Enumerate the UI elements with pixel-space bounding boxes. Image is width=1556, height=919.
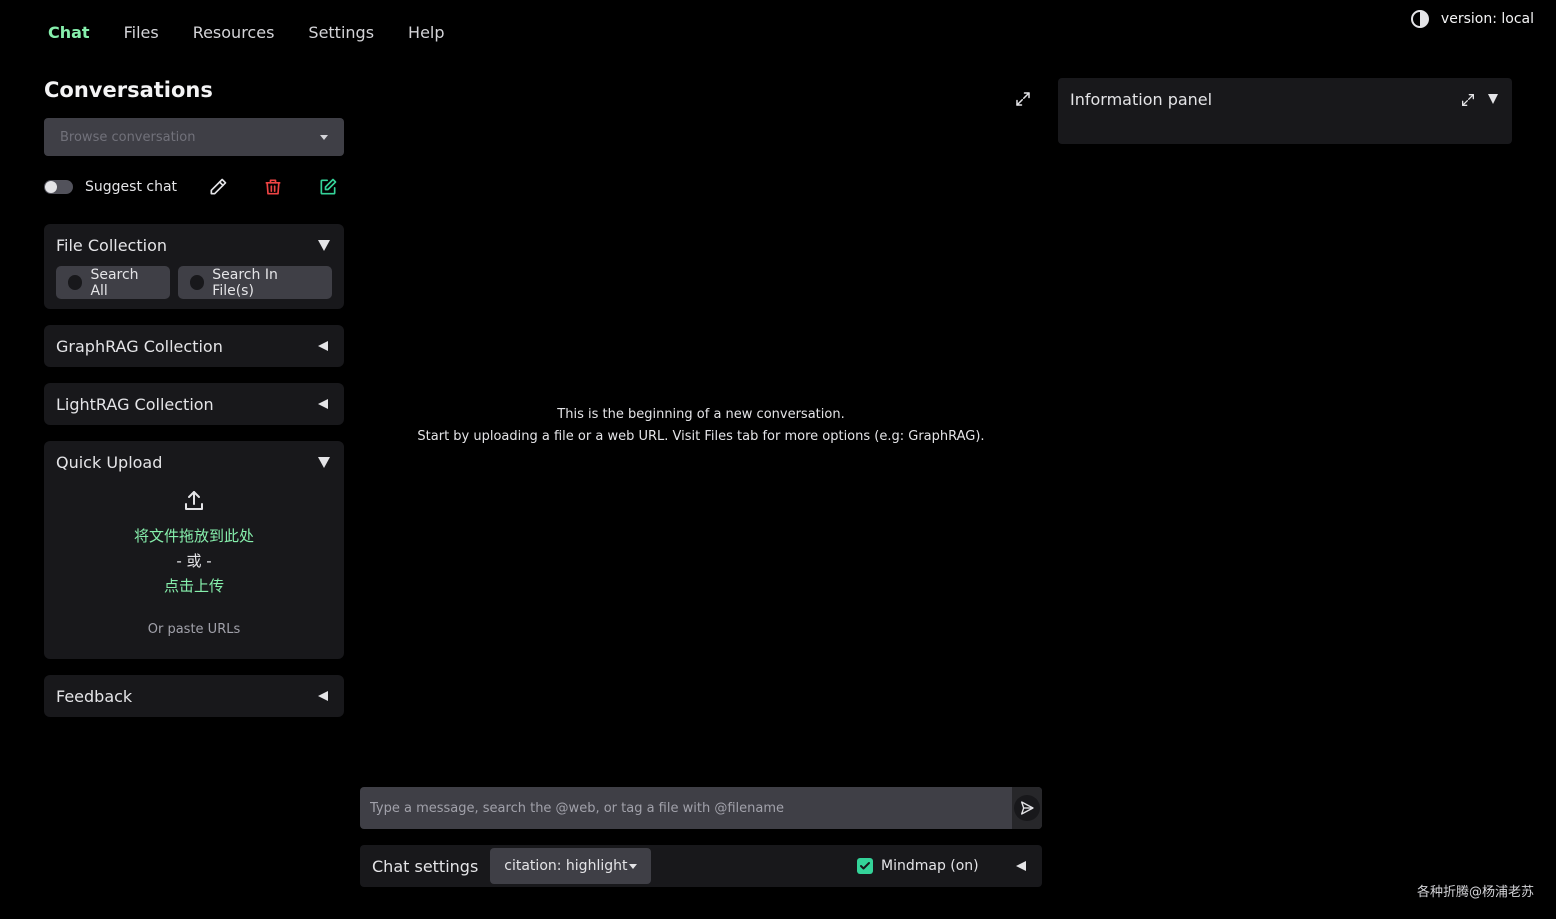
- expand-info-button[interactable]: [1460, 92, 1476, 112]
- search-all-radio[interactable]: Search All: [56, 266, 170, 299]
- expand-icon: [1016, 92, 1030, 106]
- collapse-arrow-icon: [318, 239, 330, 251]
- click-upload-text[interactable]: 点击上传: [164, 575, 224, 596]
- expand-settings-arrow-icon[interactable]: [1016, 861, 1026, 871]
- upload-icon: [185, 491, 203, 510]
- upload-dropzone[interactable]: 将文件拖放到此处 - 或 - 点击上传 Or paste URLs: [56, 483, 332, 659]
- conversation-actions: Suggest chat: [44, 176, 344, 198]
- quick-upload-panel: Quick Upload 将文件拖放到此处 - 或 - 点击上传 Or past…: [44, 441, 344, 659]
- sidebar: Conversations Browse conversation Sugges…: [44, 78, 344, 717]
- welcome-line-2: Start by uploading a file or a web URL. …: [417, 429, 985, 444]
- upload-or-text: - 或 -: [176, 552, 212, 570]
- tab-help[interactable]: Help: [408, 22, 444, 44]
- lightrag-collection-panel[interactable]: LightRAG Collection: [44, 383, 344, 425]
- quick-upload-header[interactable]: Quick Upload: [56, 441, 332, 483]
- top-nav: Chat Files Resources Settings Help: [48, 22, 479, 44]
- welcome-line-1: This is the beginning of a new conversat…: [557, 407, 845, 422]
- trash-icon: [265, 179, 281, 195]
- expand-icon: [1462, 94, 1474, 106]
- quick-upload-title: Quick Upload: [56, 452, 163, 472]
- radio-dot-icon: [68, 275, 83, 290]
- rename-conversation-button[interactable]: [207, 176, 229, 198]
- feedback-panel[interactable]: Feedback: [44, 675, 344, 717]
- feedback-title: Feedback: [56, 686, 133, 706]
- collapse-arrow-icon: [318, 456, 330, 468]
- citation-value: citation: highlight: [504, 858, 628, 874]
- expand-chat-button[interactable]: [1014, 90, 1032, 112]
- delete-conversation-button[interactable]: [262, 176, 284, 198]
- new-conversation-button[interactable]: [317, 176, 339, 198]
- chat-settings-bar: Chat settings citation: highlight Mindma…: [360, 845, 1042, 887]
- mindmap-toggle[interactable]: Mindmap (on): [857, 858, 979, 874]
- file-collection-header[interactable]: File Collection: [56, 224, 332, 266]
- watermark-text: 各种折腾@杨浦老苏: [1416, 885, 1534, 900]
- chevron-down-icon: [320, 134, 328, 140]
- suggest-chat-label: Suggest chat: [85, 179, 178, 195]
- pencil-icon: [210, 178, 227, 195]
- chat-settings-label[interactable]: Chat settings: [372, 857, 478, 876]
- check-icon: [860, 862, 870, 870]
- chevron-down-icon: [629, 863, 638, 869]
- tab-resources[interactable]: Resources: [193, 22, 275, 44]
- paste-urls-text: Or paste URLs: [147, 622, 241, 637]
- message-input[interactable]: [360, 787, 1012, 829]
- mindmap-label: Mindmap (on): [881, 858, 979, 874]
- information-panel-controls: [1460, 90, 1500, 132]
- graphrag-collection-panel[interactable]: GraphRAG Collection: [44, 325, 344, 367]
- feedback-header[interactable]: Feedback: [56, 675, 332, 717]
- lightrag-collection-header[interactable]: LightRAG Collection: [56, 383, 332, 425]
- lightrag-collection-title: LightRAG Collection: [56, 394, 214, 414]
- graphrag-collection-header[interactable]: GraphRAG Collection: [56, 325, 332, 367]
- send-icon: [1021, 801, 1034, 815]
- expand-arrow-icon: [318, 341, 328, 351]
- information-panel: Information panel: [1058, 78, 1512, 144]
- expand-arrow-icon: [318, 399, 328, 409]
- conversations-title: Conversations: [44, 78, 213, 102]
- tab-files[interactable]: Files: [124, 22, 159, 44]
- suggest-chat-toggle[interactable]: [44, 180, 73, 194]
- file-collection-panel: File Collection Search All Search In Fil…: [44, 224, 344, 309]
- radio-dot-icon: [189, 275, 205, 290]
- browse-conversation-placeholder: Browse conversation: [60, 129, 196, 145]
- edit-new-icon: [320, 178, 337, 195]
- send-button-area: [1012, 787, 1042, 829]
- send-button[interactable]: [1014, 795, 1040, 821]
- graphrag-collection-title: GraphRAG Collection: [56, 336, 223, 356]
- mindmap-checkbox[interactable]: [857, 858, 873, 874]
- browse-conversation-dropdown[interactable]: Browse conversation: [44, 118, 344, 156]
- search-in-files-label: Search In File(s): [212, 266, 278, 299]
- file-collection-title: File Collection: [56, 235, 167, 255]
- message-composer: [360, 787, 1042, 829]
- search-in-files-radio[interactable]: Search In File(s): [177, 266, 332, 299]
- version-label: version: local: [1440, 11, 1534, 27]
- theme-toggle-icon[interactable]: [1410, 10, 1429, 28]
- information-panel-title: Information panel: [1070, 90, 1213, 109]
- citation-dropdown[interactable]: citation: highlight: [490, 848, 652, 884]
- expand-arrow-icon: [318, 691, 328, 701]
- search-all-label: Search All: [90, 266, 139, 299]
- version-area: version: local: [1410, 10, 1534, 28]
- drop-file-text: 将文件拖放到此处: [133, 527, 254, 545]
- tab-chat[interactable]: Chat: [48, 22, 90, 44]
- collapse-arrow-icon[interactable]: [1488, 94, 1498, 104]
- welcome-message: This is the beginning of a new conversat…: [360, 404, 1042, 448]
- file-collection-options: Search All Search In File(s): [56, 266, 332, 309]
- tab-settings[interactable]: Settings: [308, 22, 374, 44]
